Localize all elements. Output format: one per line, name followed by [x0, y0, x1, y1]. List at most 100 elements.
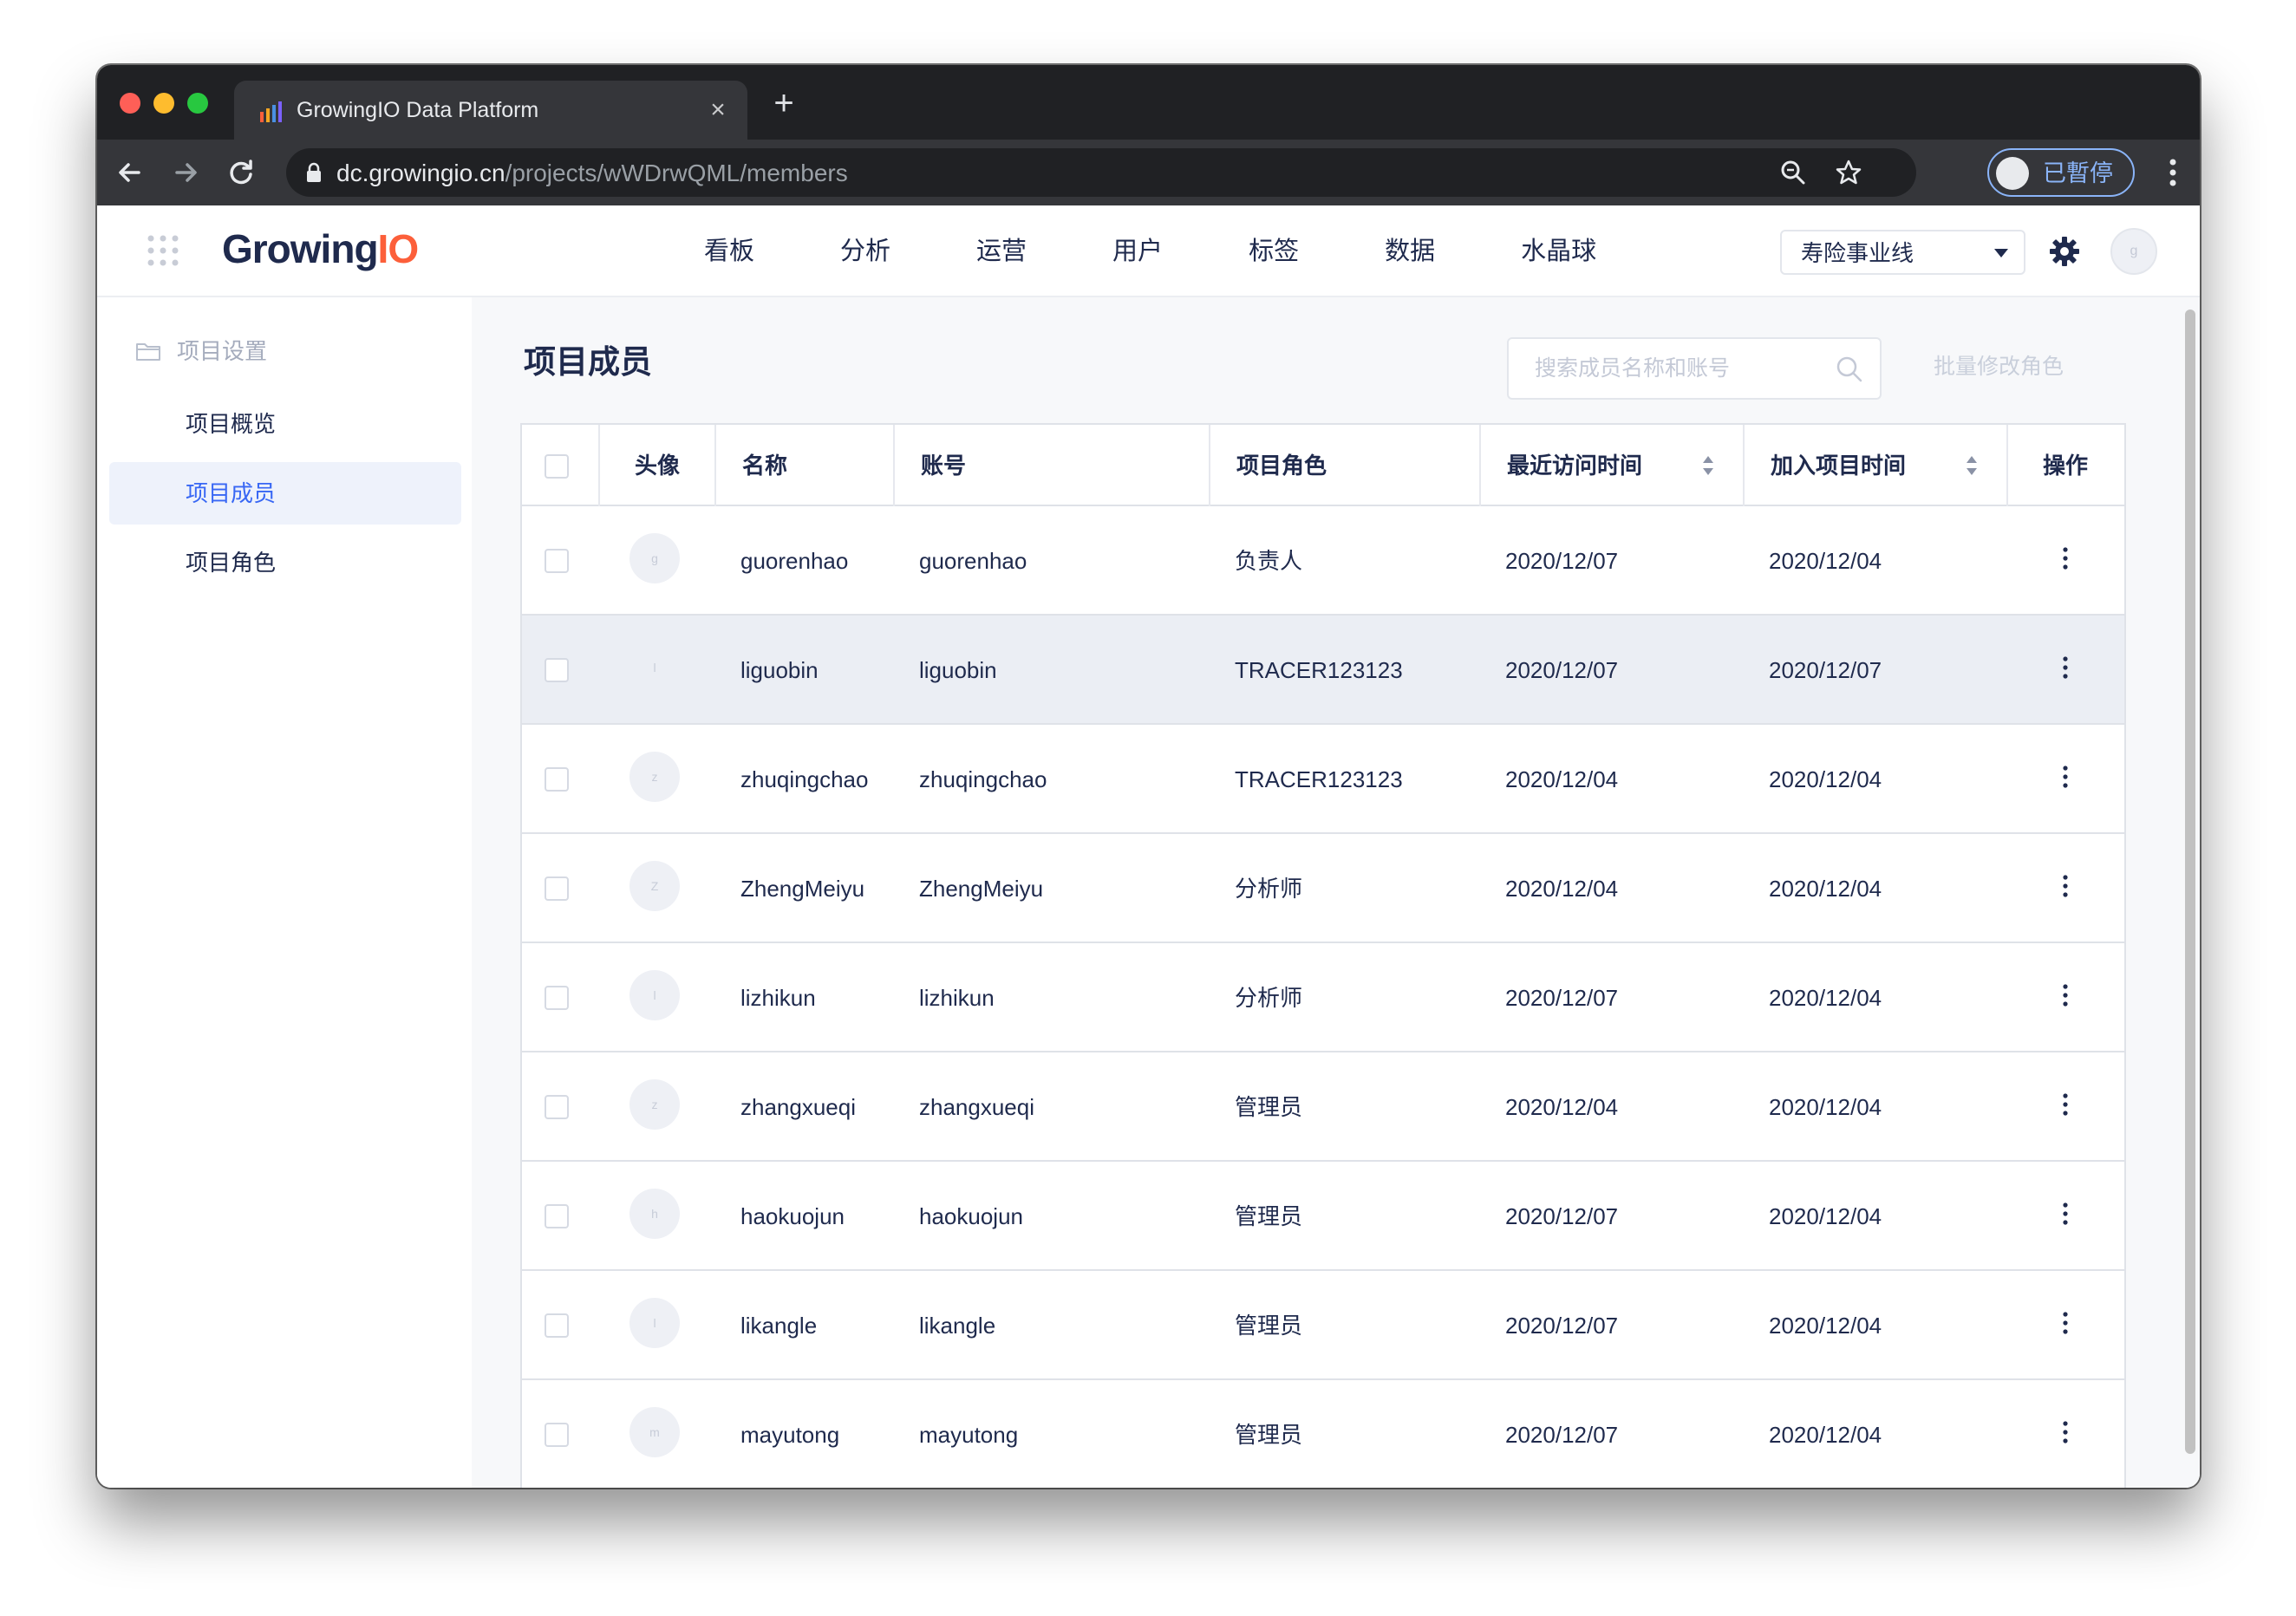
gear-icon[interactable] [2048, 235, 2081, 268]
address-bar[interactable]: dc.growingio.cn/projects/wWDrwQML/member… [286, 148, 1916, 197]
more-vertical-icon[interactable] [2062, 983, 2069, 1007]
member-role: 负责人 [1235, 548, 1303, 574]
url-path: /projects/wWDrwQML/members [505, 160, 848, 186]
member-account: guorenhao [919, 548, 1027, 574]
header-actions: 操作 [2008, 425, 2124, 506]
more-vertical-icon[interactable] [2062, 546, 2069, 570]
nav-dashboard[interactable]: 看板 [704, 205, 777, 297]
member-name: liguobin [740, 657, 819, 683]
nav-crystal-ball[interactable]: 水晶球 [1498, 205, 1619, 297]
nav-analysis[interactable]: 分析 [818, 205, 913, 297]
nav-data[interactable]: 数据 [1362, 205, 1458, 297]
header-avatar: 头像 [600, 425, 716, 506]
table-row[interactable]: l lizhikun lizhikun 分析师 2020/12/07 2020/… [522, 943, 2124, 1052]
maximize-window-button[interactable] [187, 93, 208, 114]
more-vertical-icon[interactable] [2062, 1311, 2069, 1335]
row-checkbox[interactable] [545, 1423, 569, 1447]
sort-icon[interactable] [1701, 454, 1715, 477]
member-role: 管理员 [1235, 1203, 1303, 1229]
close-tab-icon[interactable]: × [701, 93, 735, 127]
member-name: ZhengMeiyu [740, 876, 865, 902]
avatar: Z [629, 861, 680, 911]
back-arrow-icon[interactable] [111, 153, 149, 192]
profile-button[interactable]: 已暫停 [1987, 148, 2135, 197]
logo-text-growing: Growing [222, 226, 379, 271]
row-checkbox[interactable] [545, 767, 569, 792]
member-role: 管理员 [1235, 1313, 1303, 1339]
member-account: haokuojun [919, 1203, 1023, 1229]
header-joined[interactable]: 加入项目时间 [1745, 425, 2008, 506]
user-avatar[interactable]: g [2110, 228, 2157, 275]
table-row[interactable]: l likangle likangle 管理员 2020/12/07 2020/… [522, 1271, 2124, 1380]
row-checkbox[interactable] [545, 1204, 569, 1228]
search-icon[interactable] [1835, 355, 1864, 384]
member-name: lizhikun [740, 985, 816, 1011]
browser-tab[interactable]: GrowingIO Data Platform × [234, 81, 747, 140]
lock-icon [307, 162, 321, 182]
more-vertical-icon[interactable] [2062, 655, 2069, 680]
member-account: mayutong [919, 1422, 1019, 1448]
table-row[interactable]: g guorenhao guorenhao 负责人 2020/12/07 202… [522, 506, 2124, 616]
apps-grid-icon[interactable] [146, 233, 180, 268]
member-last-visit: 2020/12/07 [1505, 1422, 1619, 1448]
sidebar-item-project-roles[interactable]: 项目角色 [109, 531, 461, 594]
business-line-select[interactable]: 寿险事业线 [1780, 230, 2025, 275]
reload-icon[interactable] [222, 153, 260, 192]
member-account: lizhikun [919, 985, 995, 1011]
more-vertical-icon[interactable] [2062, 1420, 2069, 1444]
nav-tags[interactable]: 标签 [1226, 205, 1321, 297]
more-vertical-icon[interactable] [2062, 1092, 2069, 1117]
sidebar-item-project-overview[interactable]: 项目概览 [109, 393, 461, 455]
table-row[interactable]: z zhuqingchao zhuqingchao TRACER123123 2… [522, 725, 2124, 834]
row-checkbox[interactable] [545, 1095, 569, 1119]
row-checkbox[interactable] [545, 658, 569, 682]
header-role-label: 项目角色 [1236, 453, 1327, 479]
more-vertical-icon[interactable] [2062, 1202, 2069, 1226]
minimize-window-button[interactable] [153, 93, 174, 114]
row-checkbox[interactable] [545, 876, 569, 901]
more-vertical-icon[interactable] [2062, 765, 2069, 789]
header-last-visit[interactable]: 最近访问时间 [1481, 425, 1745, 506]
tab-title: GrowingIO Data Platform [297, 98, 539, 122]
growingio-logo[interactable]: GrowingIO [222, 225, 419, 273]
member-account: ZhengMeiyu [919, 876, 1044, 902]
app-header: GrowingIO 看板 分析 运营 用户 标签 数据 水晶球 寿险事业线 g [97, 205, 2200, 297]
member-last-visit: 2020/12/04 [1505, 766, 1619, 792]
nav-operations[interactable]: 运营 [954, 205, 1049, 297]
member-search-input[interactable] [1509, 339, 1838, 398]
select-all-checkbox[interactable] [545, 454, 569, 479]
browser-menu-icon[interactable] [2157, 153, 2188, 192]
new-tab-icon[interactable]: + [766, 86, 801, 121]
folder-icon [136, 343, 160, 361]
forward-arrow-icon[interactable] [166, 153, 205, 192]
nav-users[interactable]: 用户 [1090, 205, 1185, 297]
table-row[interactable]: Z ZhengMeiyu ZhengMeiyu 分析师 2020/12/04 2… [522, 834, 2124, 943]
sort-icon[interactable] [1965, 454, 1979, 477]
member-last-visit: 2020/12/04 [1505, 876, 1619, 902]
member-account: zhuqingchao [919, 766, 1047, 792]
row-checkbox[interactable] [545, 1313, 569, 1338]
header-last-visit-label: 最近访问时间 [1507, 453, 1643, 479]
row-checkbox[interactable] [545, 986, 569, 1010]
browser-window: GrowingIO Data Platform × + dc.growingio… [97, 65, 2200, 1488]
main-nav: 看板 分析 运营 用户 标签 数据 水晶球 [704, 205, 1660, 297]
table-row[interactable]: z zhangxueqi zhangxueqi 管理员 2020/12/04 2… [522, 1052, 2124, 1162]
zoom-icon[interactable] [1779, 159, 1807, 186]
scrollbar-thumb[interactable] [2185, 310, 2195, 1454]
batch-edit-role-button[interactable]: 批量修改角色 [1934, 349, 2064, 384]
header-joined-label: 加入项目时间 [1771, 453, 1907, 479]
table-row[interactable]: m mayutong mayutong 管理员 2020/12/07 2020/… [522, 1380, 2124, 1488]
member-joined: 2020/12/04 [1769, 1313, 1882, 1339]
row-checkbox[interactable] [545, 549, 569, 573]
avatar: l [653, 661, 656, 674]
table-row[interactable]: h haokuojun haokuojun 管理员 2020/12/07 202… [522, 1162, 2124, 1271]
page-scrollbar[interactable] [2182, 301, 2199, 1488]
bookmark-star-icon[interactable] [1835, 159, 1862, 186]
table-row[interactable]: l liguobin liguobin TRACER123123 2020/12… [522, 616, 2124, 725]
avatar: h [629, 1189, 680, 1239]
bar-chart-favicon-icon [260, 101, 282, 122]
member-name: likangle [740, 1313, 818, 1339]
more-vertical-icon[interactable] [2062, 874, 2069, 898]
sidebar-item-project-members[interactable]: 项目成员 [109, 462, 461, 525]
close-window-button[interactable] [120, 93, 140, 114]
